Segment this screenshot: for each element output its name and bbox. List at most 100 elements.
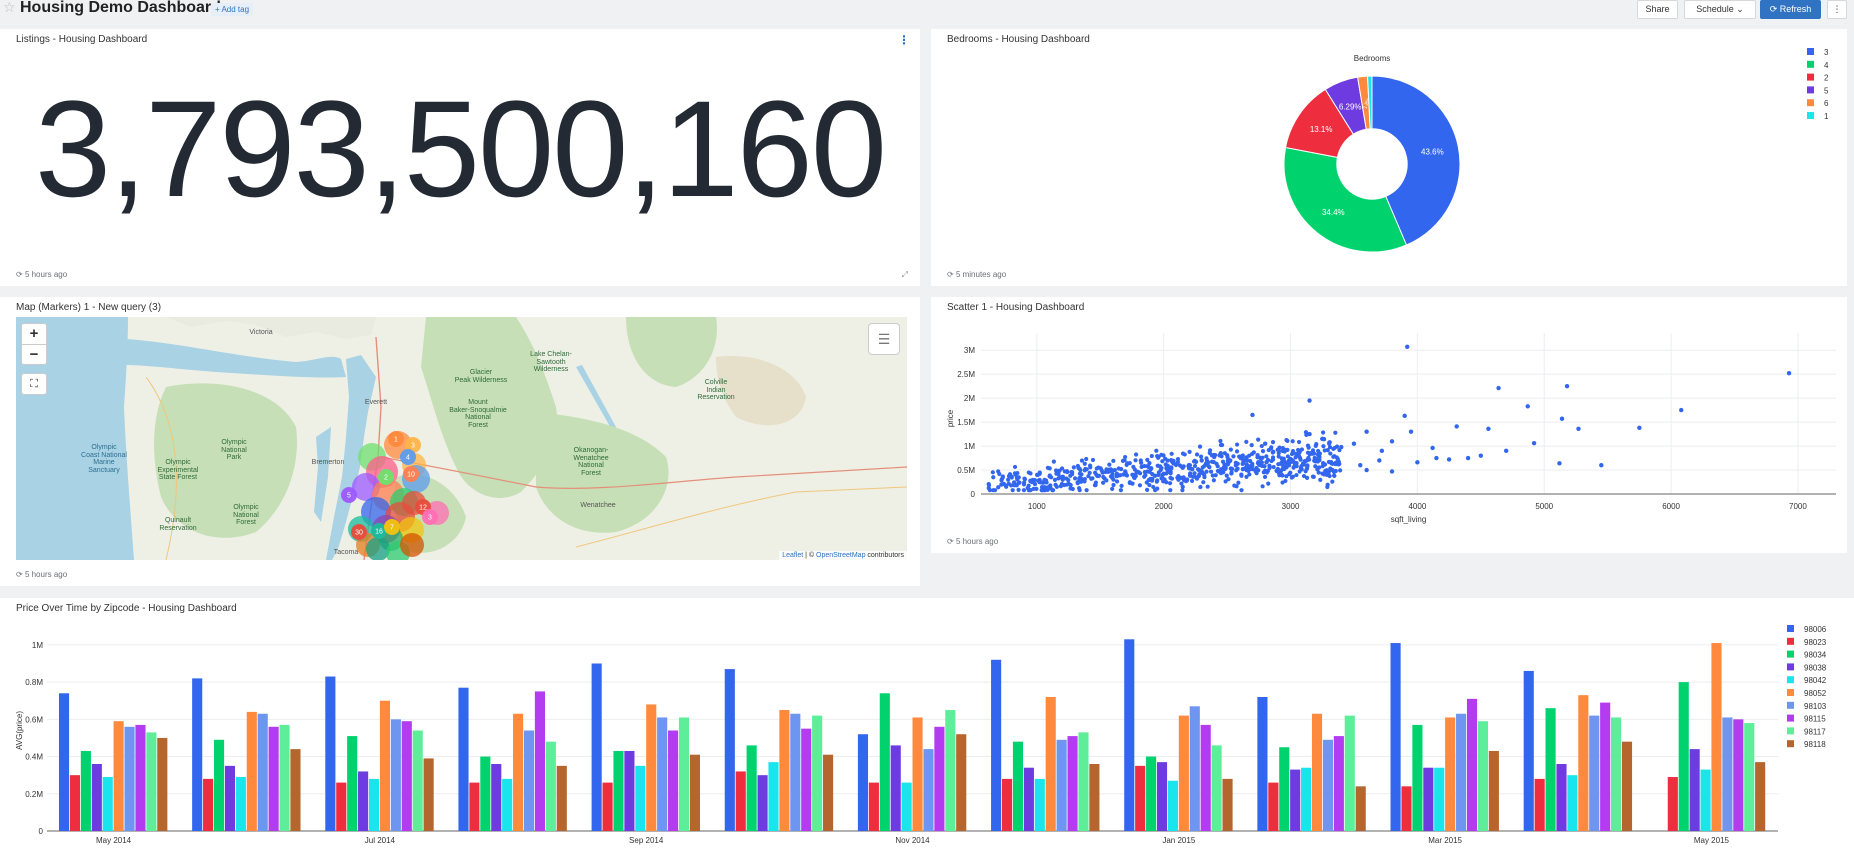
bar (325, 676, 336, 831)
legend-label: 98006 (1804, 625, 1827, 634)
y-tick-label: 1.5M (957, 418, 975, 427)
legend-label: 2 (1824, 74, 1829, 83)
scatter-point (1298, 457, 1303, 462)
bar (923, 749, 934, 831)
scatter-point (1786, 371, 1792, 376)
bar (1667, 777, 1678, 831)
y-tick-label: 0.2M (25, 790, 43, 799)
scatter-point (1176, 474, 1181, 479)
leaflet-link[interactable]: Leaflet (782, 552, 803, 559)
refresh-button[interactable]: ⟳ Refresh (1760, 0, 1821, 19)
scatter-point (1155, 463, 1160, 468)
pie-title: Bedrooms (1354, 54, 1390, 63)
widget-menu-icon[interactable]: ⋮ (898, 33, 910, 47)
bar (80, 750, 91, 831)
scatter-point (1364, 467, 1369, 473)
zoom-out-button[interactable]: − (22, 344, 46, 364)
scatter-point (1122, 458, 1127, 463)
scatter-point (1321, 444, 1326, 449)
bar (735, 771, 746, 831)
bar (591, 663, 602, 831)
scatter-point (1076, 465, 1081, 471)
dashboard-header: ☆ Housing Demo Dashboard + Add tag Share… (0, 0, 1854, 20)
fullscreen-button[interactable]: ⛶ (21, 373, 47, 395)
bar (1412, 724, 1423, 831)
scatter-point (1336, 461, 1341, 466)
y-tick-label: 0.6M (25, 715, 43, 724)
scatter-point (1503, 448, 1509, 454)
scatter-point (1315, 467, 1320, 472)
add-tag-button[interactable]: + Add tag (211, 3, 254, 16)
scatter-point (1430, 445, 1435, 451)
scatter-point (1173, 462, 1179, 468)
scatter-point (1248, 458, 1253, 464)
layers-button[interactable]: ☰ (868, 323, 900, 355)
bar (1322, 739, 1333, 831)
scatter-point (1123, 469, 1128, 474)
osm-link[interactable]: OpenStreetMap (816, 552, 865, 559)
bar (1722, 717, 1733, 831)
scatter-point (991, 475, 996, 480)
scatter-point (1318, 477, 1323, 482)
scatter-point (1066, 481, 1071, 486)
scatter-point (1209, 453, 1214, 458)
bar (1545, 708, 1556, 831)
scatter-point (1326, 470, 1331, 475)
scatter-point (1192, 458, 1197, 463)
scatter-point (1169, 476, 1175, 481)
scatter-point (1405, 344, 1410, 350)
scatter-point (1145, 457, 1150, 463)
scatter-point (1144, 480, 1149, 485)
scatter-point (1111, 458, 1116, 463)
scatter-point (1211, 478, 1216, 483)
zoom-in-button[interactable]: + (22, 324, 46, 344)
scatter-point (1339, 444, 1344, 450)
marker-clusters[interactable]: 134251012330 167 (16, 317, 907, 560)
scatter-point (1320, 436, 1325, 442)
scatter-point (1133, 452, 1139, 457)
bar (246, 711, 257, 831)
scatter-point (1071, 465, 1076, 470)
bar (480, 756, 491, 831)
legend-swatch (1787, 637, 1794, 645)
scatter-point (1034, 486, 1039, 491)
share-button[interactable]: Share (1637, 0, 1678, 19)
bar (1124, 639, 1135, 831)
attribution-tail: contributors (865, 552, 904, 559)
scatter-point (1270, 455, 1276, 460)
map-canvas[interactable]: Victoria Olympic Coast National Marine Sa… (16, 317, 907, 560)
more-options-button[interactable]: ⋮ (1827, 0, 1847, 19)
scatter-point (1079, 458, 1085, 463)
scatter-point (1060, 477, 1065, 482)
resize-handle-icon[interactable]: ⤢ (902, 270, 908, 280)
scatter-point (1531, 440, 1537, 446)
scatter-point (986, 486, 991, 491)
scatter-point (1114, 479, 1120, 484)
favorite-star-icon[interactable]: ☆ (3, 0, 16, 16)
scatter-point (1275, 466, 1281, 472)
refresh-small-icon: ⟳ (16, 270, 23, 279)
schedule-button[interactable]: Schedule ⌄ (1684, 0, 1756, 19)
x-tick-label: 2000 (1155, 502, 1173, 511)
scatter-point (1358, 463, 1363, 468)
scatter-point (1287, 463, 1292, 468)
bar (235, 777, 246, 831)
bar (868, 782, 879, 831)
bar (401, 721, 412, 831)
scatter-point (1240, 455, 1245, 460)
scatter-point (1434, 455, 1439, 461)
cluster-count: 7 (390, 525, 394, 532)
cluster-count: 1 (394, 437, 398, 444)
scatter-point (1331, 454, 1336, 459)
scatter-point (1239, 473, 1244, 478)
scatter-point (1315, 452, 1321, 457)
bar (746, 745, 757, 831)
scatter-point (1328, 466, 1333, 471)
bar (102, 777, 113, 831)
widget-updated: ⟳ 5 hours ago (947, 537, 998, 546)
scatter-point (1077, 488, 1082, 493)
bar (779, 710, 790, 831)
scatter-point (1322, 448, 1327, 453)
scatter-point (1204, 469, 1209, 474)
bar (58, 693, 70, 831)
